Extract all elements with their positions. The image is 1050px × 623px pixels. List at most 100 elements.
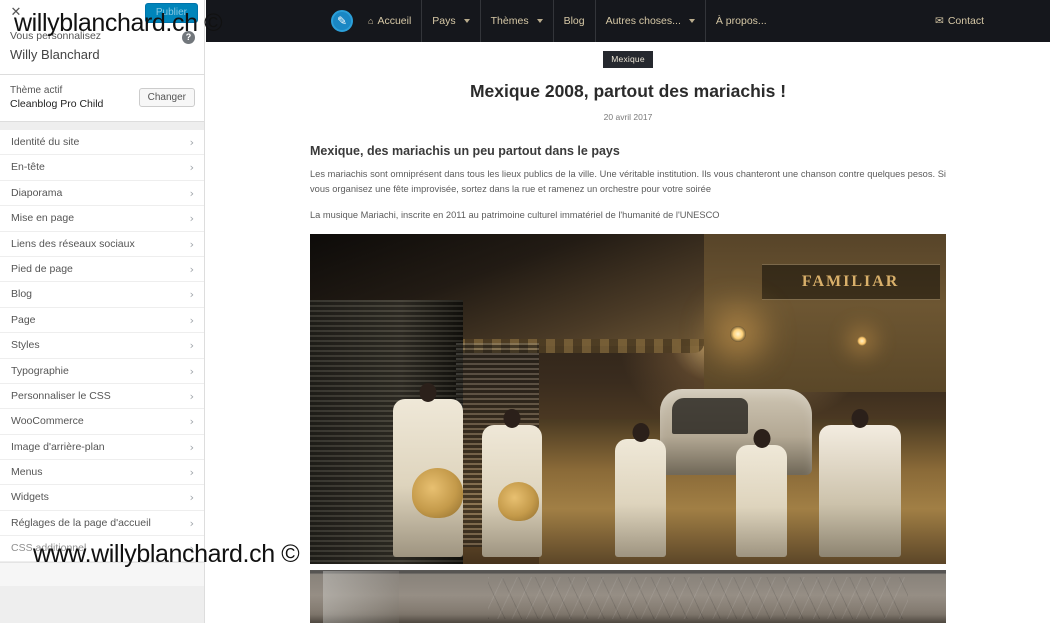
page-title: Mexique 2008, partout des mariachis !	[469, 81, 787, 101]
nav-item-label: Pays	[432, 15, 456, 27]
customizer-sidebar: ✕ Publier Vous personnalisez Willy Blanc…	[0, 0, 205, 623]
photo-building	[704, 234, 946, 393]
sidebar-item-liens-des-reseaux-sociaux[interactable]: Liens des réseaux sociaux ›	[0, 232, 204, 257]
paragraph-1: Les mariachis sont omniprésent dans tous…	[310, 169, 946, 194]
publish-button[interactable]: Publier	[144, 3, 198, 23]
photo-musician	[736, 445, 787, 558]
chevron-right-icon: ›	[189, 161, 194, 175]
nav-item-blog[interactable]: Blog	[552, 0, 595, 42]
sidebar-item-label: Styles	[11, 339, 40, 352]
sidebar-item-label: Identité du site	[11, 136, 80, 148]
chevron-right-icon: ›	[189, 262, 194, 276]
nav-item-autres-choses[interactable]: Autres choses...	[594, 0, 705, 42]
post-date: 20 avril 2017	[603, 112, 653, 122]
sidebar-item-page[interactable]: Page ›	[0, 308, 204, 334]
chevron-right-icon: ›	[189, 466, 194, 480]
category-badge-row: Mexique	[206, 49, 1050, 68]
secondary-menu: ✉ Contact	[925, 0, 994, 42]
chevron-down-icon	[536, 19, 543, 23]
sidebar-item-pied-de-page[interactable]: Pied de page ›	[0, 257, 204, 283]
chevron-right-icon: ›	[189, 136, 194, 149]
close-icon[interactable]: ✕	[8, 4, 24, 20]
sidebar-item-label: Menus	[11, 466, 43, 479]
sidebar-item-label: Image d'arrière-plan	[11, 440, 105, 453]
sidebar-item-personnaliser-le-css[interactable]: Personnaliser le CSS ›	[0, 384, 204, 410]
sidebar-item-label: WooCommerce	[11, 415, 84, 428]
sidebar-footer	[0, 561, 204, 586]
nav-item-a-propos[interactable]: À propos...	[704, 0, 777, 42]
sidebar-item-blog[interactable]: Blog ›	[0, 282, 204, 308]
sidebar-item-css-additionnel[interactable]: CSS additionnel ›	[0, 536, 204, 562]
chevron-right-icon: ›	[189, 415, 194, 429]
nav-item-pays[interactable]: Pays	[421, 0, 479, 42]
screen: ✕ Publier Vous personnalisez Willy Blanc…	[0, 0, 1050, 623]
post-figure: FAMILIAR	[310, 234, 946, 623]
sidebar-item-en-tete[interactable]: En-tête ›	[0, 155, 204, 181]
nav-item-label: Contact	[947, 15, 984, 27]
photo-overlay	[310, 570, 946, 623]
sidebar-item-label: Mise en page	[11, 212, 75, 225]
sidebar-item-label: Widgets	[11, 491, 49, 504]
sidebar-item-woocommerce[interactable]: WooCommerce ›	[0, 409, 204, 435]
customizer-topbar: ✕ Publier	[0, 0, 204, 26]
nav-item-themes[interactable]: Thèmes	[479, 0, 553, 42]
photo-guitar	[497, 481, 539, 522]
active-theme-panel: Thème actif Cleanblog Pro Child Changer	[0, 75, 204, 122]
chevron-right-icon: ›	[189, 364, 194, 378]
sidebar-item-diaporama[interactable]: Diaporama ›	[0, 181, 204, 207]
sidebar-item-widgets[interactable]: Widgets ›	[0, 485, 204, 511]
primary-menu: ⌂ Accueil Pays Thèmes Blog Autres choses…	[358, 0, 777, 42]
pencil-icon[interactable]	[331, 10, 353, 32]
sidebar-item-label: Personnaliser le CSS	[11, 389, 111, 402]
chevron-right-icon: ›	[189, 516, 194, 530]
sidebar-item-mise-en-page[interactable]: Mise en page ›	[0, 206, 204, 232]
change-theme-button[interactable]: Changer	[138, 88, 195, 107]
sidebar-item-label: Blog	[11, 288, 33, 301]
site-navbar: ⌂ Accueil Pays Thèmes Blog Autres choses…	[206, 0, 1050, 42]
nav-item-accueil[interactable]: ⌂ Accueil	[358, 0, 421, 42]
chevron-down-icon	[688, 19, 695, 23]
mail-icon: ✉	[935, 15, 944, 27]
nav-item-label: À propos...	[715, 15, 767, 27]
customizer-header: ✕ Publier Vous personnalisez Willy Blanc…	[0, 0, 204, 75]
sidebar-spacer	[0, 122, 204, 130]
chevron-right-icon: ›	[189, 542, 194, 556]
section-heading: Mexique, des mariachis un peu partout da…	[310, 144, 620, 158]
nav-item-label: Thèmes	[490, 15, 529, 27]
chevron-down-icon	[463, 19, 470, 23]
status-badge[interactable]: Mexique	[603, 51, 653, 68]
customizing-label: Vous personnalisez	[10, 30, 102, 42]
help-icon[interactable]: ?	[182, 31, 195, 44]
chevron-right-icon: ›	[189, 491, 194, 505]
pavement-photo	[310, 570, 946, 623]
home-icon: ⌂	[368, 16, 374, 26]
chevron-right-icon: ›	[189, 339, 194, 353]
sidebar-item-typographie[interactable]: Typographie ›	[0, 359, 204, 384]
customizer-section-list: Identité du site › En-tête › Diaporama ›…	[0, 130, 204, 562]
sidebar-item-label: Diaporama	[11, 186, 63, 199]
post-body: Mexique, des mariachis un peu partout da…	[310, 122, 946, 223]
sidebar-item-menus[interactable]: Menus ›	[0, 460, 204, 486]
nav-item-label: Blog	[563, 15, 585, 27]
nav-item-label: Accueil	[377, 15, 412, 27]
chevron-right-icon: ›	[189, 186, 194, 200]
sidebar-item-label: Pied de page	[11, 262, 73, 275]
site-name: Willy Blanchard	[10, 47, 100, 62]
sidebar-item-label: Typographie	[11, 364, 69, 377]
photo-musician	[615, 438, 667, 558]
sidebar-item-image-darriere-plan[interactable]: Image d'arrière-plan ›	[0, 435, 204, 461]
sidebar-item-identite-du-site[interactable]: Identité du site ›	[0, 130, 204, 156]
nav-item-label: Autres choses...	[605, 15, 681, 27]
sidebar-item-label: Liens des réseaux sociaux	[11, 237, 135, 250]
chevron-right-icon: ›	[189, 237, 194, 251]
chevron-right-icon: ›	[189, 288, 194, 302]
sidebar-item-label: Réglages de la page d'accueil	[11, 516, 151, 529]
site-preview: ⌂ Accueil Pays Thèmes Blog Autres choses…	[206, 0, 1050, 623]
chevron-right-icon: ›	[189, 212, 194, 226]
photo-guitar	[411, 468, 463, 518]
nav-item-contact[interactable]: ✉ Contact	[925, 0, 994, 42]
sidebar-item-styles[interactable]: Styles ›	[0, 333, 204, 359]
photo-musician	[818, 425, 902, 558]
sidebar-item-reglages-de-la-page-daccueil[interactable]: Réglages de la page d'accueil ›	[0, 511, 204, 537]
post-article: Mexique Mexique 2008, partout des mariac…	[206, 49, 1050, 623]
